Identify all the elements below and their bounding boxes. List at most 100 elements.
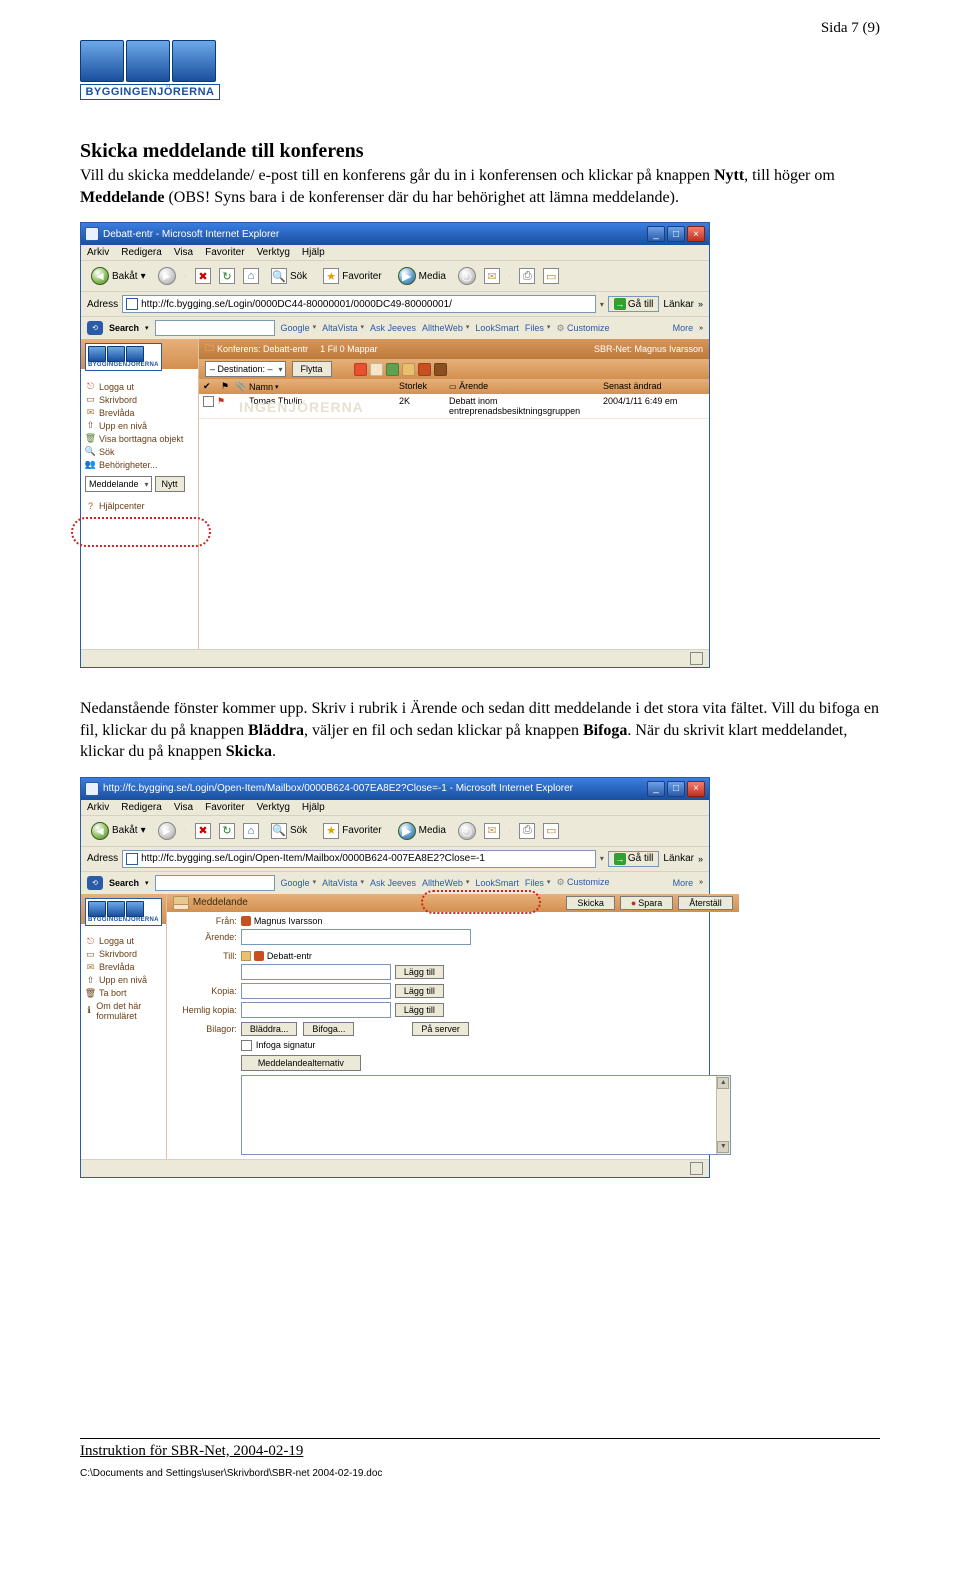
search-link-files[interactable]: Files — [525, 878, 544, 888]
sidebar-brevlada[interactable]: ✉Brevlåda — [85, 962, 162, 973]
flag-icon[interactable] — [354, 363, 367, 376]
sidebar-loggaut[interactable]: ⎋Logga ut — [85, 936, 162, 947]
sidebar-uppniva[interactable]: ⇧Upp en nivå — [85, 975, 162, 986]
menu-arkiv[interactable]: Arkiv — [87, 247, 109, 258]
media-button[interactable]: ▶Media — [394, 265, 450, 287]
bifoga-button[interactable]: Bifoga... — [303, 1022, 354, 1036]
search-link-altavista[interactable]: AltaVista — [322, 323, 357, 333]
search-link-looksmart[interactable]: LookSmart — [475, 323, 519, 333]
meddelandealternativ-button[interactable]: Meddelandealternativ — [241, 1055, 361, 1071]
action-icon[interactable] — [386, 363, 399, 376]
more-link[interactable]: More — [673, 323, 694, 333]
close-button[interactable]: × — [687, 226, 705, 242]
col-att[interactable]: 📎 — [231, 381, 245, 392]
maximize-button[interactable]: □ — [667, 781, 685, 797]
favorites-button[interactable]: ★Favoriter — [319, 821, 385, 841]
address-input[interactable]: http://fc.bygging.se/Login/0000DC44-8000… — [122, 295, 596, 313]
bladdra-button[interactable]: Bläddra... — [241, 1022, 298, 1036]
menu-verktyg[interactable]: Verktyg — [257, 802, 290, 813]
sidebar-om[interactable]: ℹOm det här formuläret — [85, 1001, 162, 1021]
menu-arkiv[interactable]: Arkiv — [87, 802, 109, 813]
laggtill-button[interactable]: Lägg till — [395, 965, 444, 979]
to-add-input[interactable] — [241, 964, 391, 980]
customize-link[interactable]: ⚙ Customize — [556, 323, 609, 334]
menu-visa[interactable]: Visa — [174, 247, 193, 258]
sidebar-visaborttagna[interactable]: 🗑Visa borttagna objekt — [85, 433, 194, 444]
stop-button[interactable]: ✖ — [195, 823, 211, 839]
menu-hjalp[interactable]: Hjälp — [302, 802, 325, 813]
action-icon[interactable] — [418, 363, 431, 376]
bcc-input[interactable] — [241, 1002, 391, 1018]
search-link-files[interactable]: Files — [525, 323, 544, 333]
sidebar-loggaut[interactable]: ⎋Logga ut — [85, 381, 194, 392]
refresh-button[interactable]: ↻ — [219, 823, 235, 839]
mail-button[interactable]: ✉ — [484, 823, 500, 839]
media-button[interactable]: ▶Media — [394, 820, 450, 842]
laggtill-button[interactable]: Lägg till — [395, 1003, 444, 1017]
nytt-button[interactable]: Nytt — [155, 476, 185, 492]
search-link-askjeeves[interactable]: Ask Jeeves — [370, 878, 416, 888]
address-input[interactable]: http://fc.bygging.se/Login/Open-Item/Mai… — [122, 850, 596, 868]
links-label[interactable]: Länkar — [663, 299, 694, 310]
sidebar-skrivbord[interactable]: ▭Skrivbord — [85, 394, 194, 405]
maximize-button[interactable]: □ — [667, 226, 685, 242]
destination-select[interactable]: – Destination: – — [205, 361, 286, 377]
sidebar-hjalpcenter[interactable]: ?Hjälpcenter — [85, 500, 194, 511]
textarea-scrollbar[interactable]: ▲ ▼ — [716, 1076, 730, 1154]
search-button[interactable]: 🔍Sök — [267, 821, 311, 841]
edit-button[interactable]: ▭ — [543, 823, 559, 839]
laggtill-button[interactable]: Lägg till — [395, 984, 444, 998]
col-size[interactable]: Storlek — [395, 381, 445, 392]
home-button[interactable]: ⌂ — [243, 268, 259, 284]
paserver-button[interactable]: På server — [412, 1022, 469, 1036]
customize-link[interactable]: ⚙ Customize — [556, 877, 609, 888]
scroll-up-button[interactable]: ▲ — [717, 1077, 729, 1089]
back-button[interactable]: ◄Bakåt ▾ — [87, 265, 150, 287]
forward-button[interactable]: ► — [158, 267, 176, 285]
search-link-altavista[interactable]: AltaVista — [322, 878, 357, 888]
action-icon[interactable] — [434, 363, 447, 376]
search-link-alltheweb[interactable]: AlltheWeb — [422, 323, 463, 333]
more-link[interactable]: More — [673, 878, 694, 888]
go-button[interactable]: →Gå till — [608, 851, 660, 867]
col-flag[interactable]: ⚑ — [217, 381, 231, 392]
cc-input[interactable] — [241, 983, 391, 999]
print-button[interactable]: ⎙ — [519, 268, 535, 284]
mail-button[interactable]: ✉ — [484, 268, 500, 284]
menu-favoriter[interactable]: Favoriter — [205, 802, 244, 813]
subject-input[interactable] — [241, 929, 471, 945]
message-body-textarea[interactable]: ▲ ▼ — [241, 1075, 731, 1155]
action-icon[interactable] — [402, 363, 415, 376]
menu-redigera[interactable]: Redigera — [121, 802, 162, 813]
menu-redigera[interactable]: Redigera — [121, 247, 162, 258]
edit-button[interactable]: ▭ — [543, 268, 559, 284]
sidebar-tabort[interactable]: 🗑Ta bort — [85, 988, 162, 999]
col-date[interactable]: Senast ändrad — [599, 381, 709, 392]
search-button[interactable]: 🔍Sök — [267, 266, 311, 286]
row-checkbox[interactable] — [203, 396, 214, 407]
flytta-button[interactable]: Flytta — [292, 361, 332, 377]
search-link-google[interactable]: Google — [281, 878, 310, 888]
minimize-button[interactable]: _ — [647, 226, 665, 242]
menu-verktyg[interactable]: Verktyg — [257, 247, 290, 258]
back-button[interactable]: ◄Bakåt ▾ — [87, 820, 150, 842]
sidebar-brevlada[interactable]: ✉Brevlåda — [85, 407, 194, 418]
stop-button[interactable]: ✖ — [195, 268, 211, 284]
skicka-button[interactable]: Skicka — [566, 896, 615, 910]
col-subject[interactable]: ▭ Ärende — [445, 381, 599, 392]
resize-handle-icon[interactable] — [690, 1162, 703, 1175]
sidebar-uppniva[interactable]: ⇧Upp en nivå — [85, 420, 194, 431]
search-link-looksmart[interactable]: LookSmart — [475, 878, 519, 888]
search-input[interactable] — [155, 320, 275, 336]
go-button[interactable]: →Gå till — [608, 296, 660, 312]
search-link-google[interactable]: Google — [281, 323, 310, 333]
spara-button[interactable]: ●Spara — [620, 896, 673, 910]
minimize-button[interactable]: _ — [647, 781, 665, 797]
menu-hjalp[interactable]: Hjälp — [302, 247, 325, 258]
sidebar-sok[interactable]: 🔍Sök — [85, 446, 194, 457]
message-type-select[interactable]: Meddelande — [85, 476, 152, 492]
aterstall-button[interactable]: Återställ — [678, 896, 733, 910]
sidebar-skrivbord[interactable]: ▭Skrivbord — [85, 949, 162, 960]
resize-handle-icon[interactable] — [690, 652, 703, 665]
menu-favoriter[interactable]: Favoriter — [205, 247, 244, 258]
